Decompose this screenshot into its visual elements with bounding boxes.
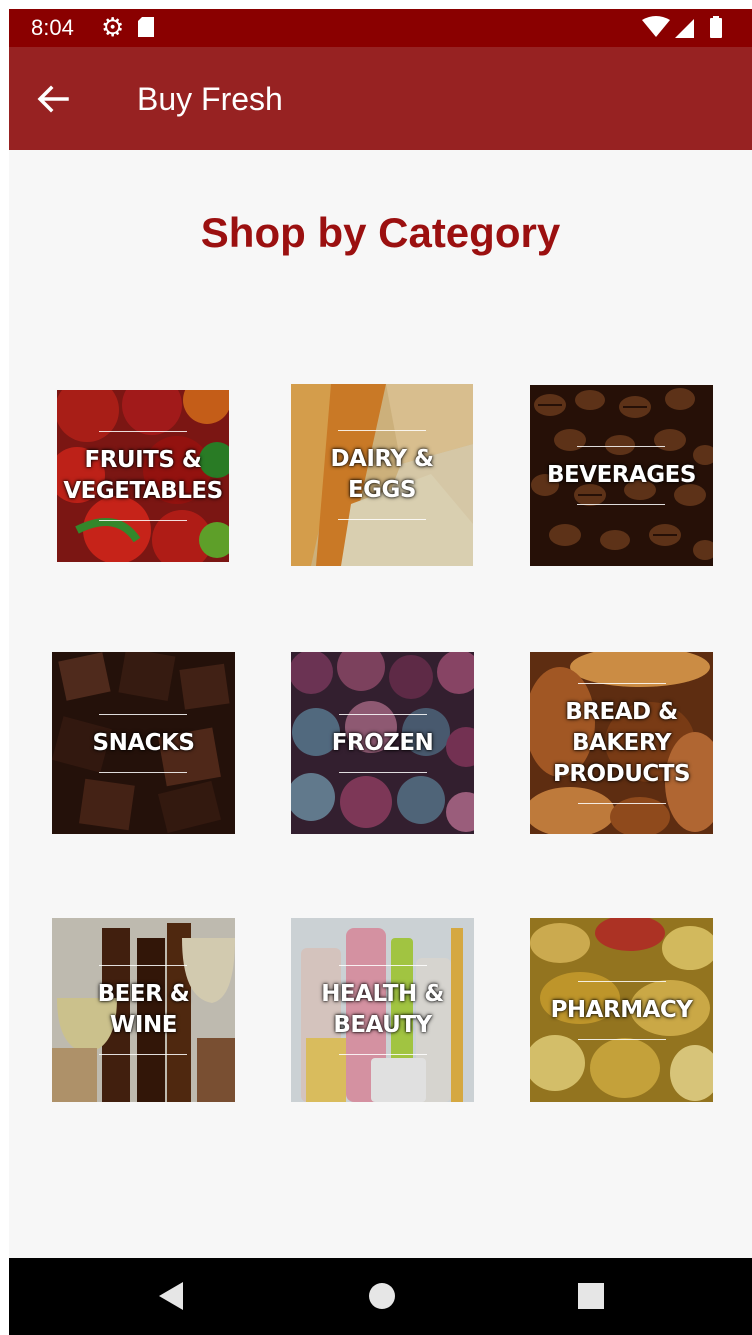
app-title: Buy Fresh bbox=[137, 81, 283, 117]
category-tile-dairy-eggs[interactable]: DAIRY & EGGS bbox=[291, 384, 473, 566]
category-label: PHARMACY bbox=[545, 980, 699, 1040]
category-tile-bread-bakery[interactable]: BREAD & BAKERY PRODUCTS bbox=[530, 652, 713, 834]
recents-square-icon[interactable] bbox=[571, 1276, 611, 1316]
category-label: BREAD & BAKERY PRODUCTS bbox=[547, 682, 696, 804]
battery-icon bbox=[710, 18, 722, 38]
back-triangle-icon[interactable] bbox=[153, 1276, 193, 1316]
status-bar: 8:04 ⚙ bbox=[9, 9, 752, 47]
wifi-icon bbox=[642, 16, 670, 37]
category-label: DAIRY & EGGS bbox=[324, 430, 439, 520]
category-tile-beverages[interactable]: BEVERAGES bbox=[530, 385, 713, 566]
category-label: HEALTH & BEAUTY bbox=[315, 965, 450, 1055]
category-label: FRUITS & VEGETABLES bbox=[57, 431, 228, 521]
category-tile-fruits-vegetables[interactable]: FRUITS & VEGETABLES bbox=[57, 390, 229, 562]
app-bar: Buy Fresh bbox=[9, 47, 752, 150]
page-title: Shop by Category bbox=[200, 209, 561, 256]
home-circle-icon[interactable] bbox=[362, 1276, 402, 1316]
status-icons bbox=[642, 16, 722, 38]
category-label: SNACKS bbox=[87, 713, 201, 773]
category-tile-snacks[interactable]: SNACKS bbox=[52, 652, 235, 834]
category-label: BEVERAGES bbox=[541, 446, 702, 505]
category-label: FROZEN bbox=[326, 713, 440, 773]
category-label: BEER & WINE bbox=[92, 965, 196, 1055]
signal-icon bbox=[675, 19, 694, 38]
category-tile-beer-wine[interactable]: BEER & WINE bbox=[52, 918, 235, 1102]
status-time: 8:04 bbox=[31, 15, 74, 40]
gear-icon: ⚙ bbox=[101, 12, 125, 42]
navigation-bar bbox=[9, 1258, 752, 1335]
sd-card-icon bbox=[138, 17, 154, 37]
category-tile-health-beauty[interactable]: HEALTH & BEAUTY bbox=[291, 918, 474, 1102]
category-tile-frozen[interactable]: FROZEN bbox=[291, 652, 474, 834]
app-screen: 8:04 ⚙ Buy Fresh Shop by Category FRUITS… bbox=[9, 9, 752, 1335]
arrow-left-icon[interactable] bbox=[31, 77, 75, 121]
category-tile-pharmacy[interactable]: PHARMACY bbox=[530, 918, 713, 1102]
